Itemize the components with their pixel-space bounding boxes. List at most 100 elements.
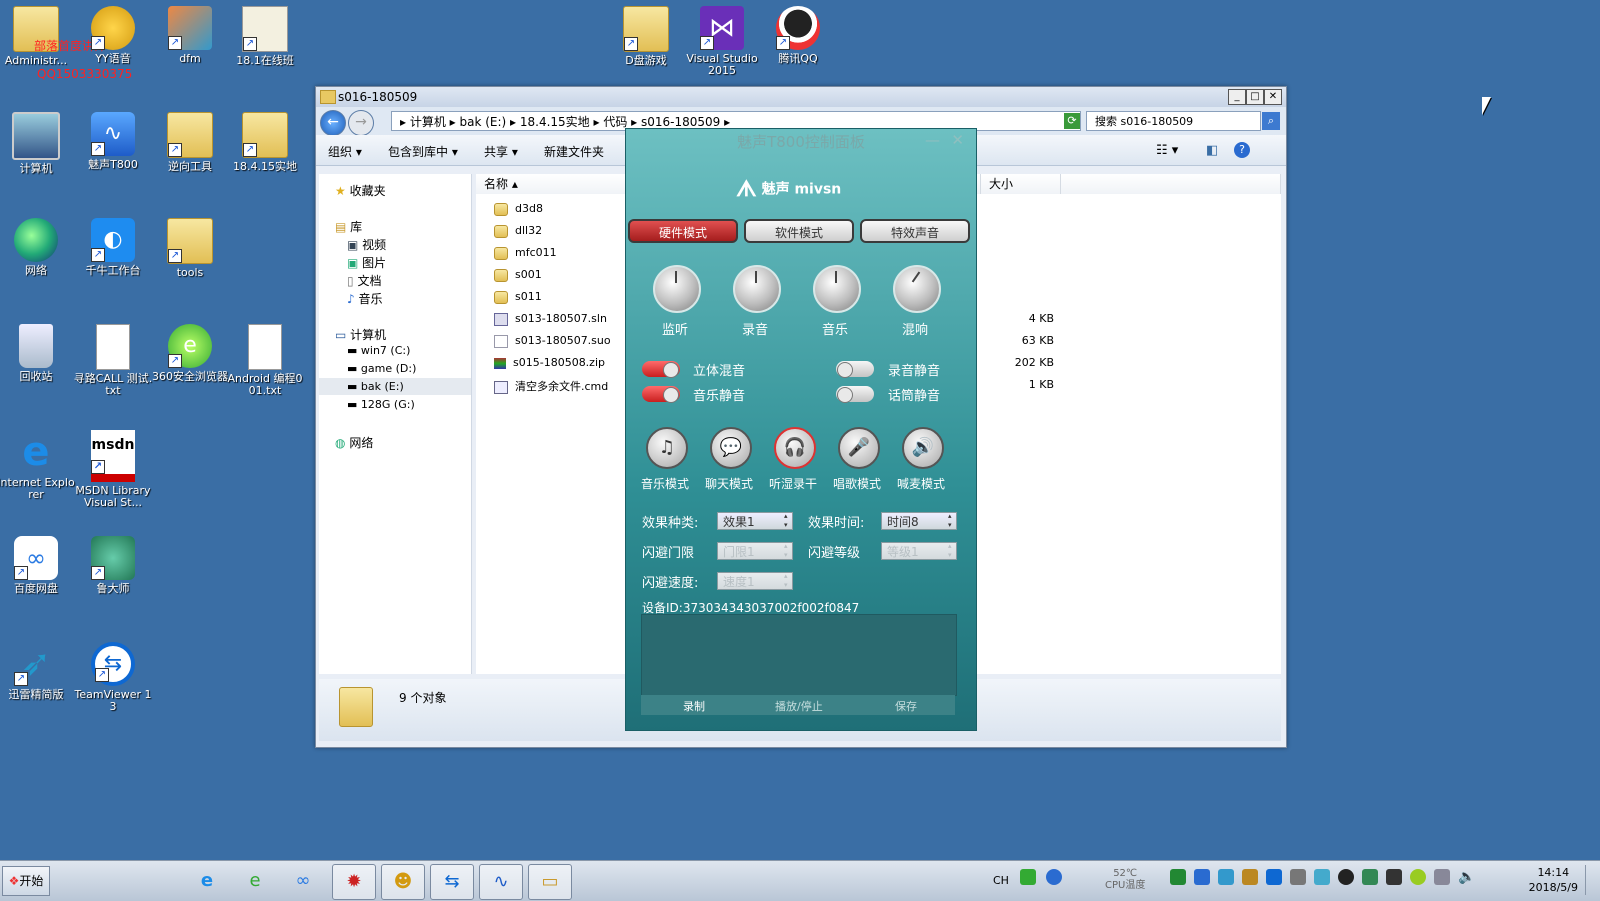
language-indicator[interactable]: CH	[993, 874, 1009, 887]
desktop-icon-meisheng[interactable]: ∿ ↗ 魅声T800	[73, 112, 153, 171]
desktop-icon-network[interactable]: 网络	[0, 218, 76, 277]
chat-mode-icon[interactable]: 💬	[710, 427, 752, 469]
volume-icon[interactable]: 🔈	[1458, 869, 1475, 885]
desktop-icon-teamviewer[interactable]: ⇆ ↗ TeamViewer 13	[73, 642, 153, 713]
explorer-titlebar[interactable]: s016-180509 _ □ ✕	[316, 87, 1286, 107]
desktop-icon-baidu-netdisk[interactable]: ∞ ↗ 百度网盘	[0, 536, 76, 595]
search-icon[interactable]: ⌕	[1262, 112, 1280, 130]
minimize-button[interactable]: _	[1228, 89, 1246, 105]
desktop-icon-tools[interactable]: ↗ tools	[150, 218, 230, 279]
hardware-mode-button[interactable]: 硬件模式	[628, 219, 738, 243]
panel-close-button[interactable]: ✕	[951, 131, 964, 149]
desktop-icon-ie[interactable]: e Internet Explorer	[0, 430, 76, 501]
singing-mode-icon[interactable]: 🎤	[838, 427, 880, 469]
desktop-icon-reverse-tools[interactable]: ↗ 逆向工具	[150, 112, 230, 173]
taskbar-360-browser[interactable]: e	[234, 864, 276, 898]
file-row[interactable]: d3d8	[494, 202, 543, 216]
desktop-icon-recycle-bin[interactable]: 回收站	[0, 324, 76, 383]
monitor-knob[interactable]	[653, 265, 701, 313]
file-row[interactable]: mfc011	[494, 246, 557, 260]
record-knob[interactable]	[733, 265, 781, 313]
maximize-button[interactable]: □	[1246, 89, 1264, 105]
flash-level-select[interactable]: 等级1	[881, 542, 957, 560]
record-button[interactable]: 录制	[683, 698, 705, 714]
file-row[interactable]: s013-180507.sln	[494, 312, 607, 326]
flash-gate-select[interactable]: 门限1	[717, 542, 793, 560]
show-desktop-button[interactable]	[1585, 865, 1598, 895]
mic-mute-toggle[interactable]	[836, 386, 874, 403]
shout-mode-icon[interactable]: 🔊	[902, 427, 944, 469]
desktop-icon-administrator[interactable]: Administr... 部落首度讲师	[0, 6, 106, 67]
file-row[interactable]: s015-180508.zip	[494, 356, 605, 369]
tray-sogou-icon[interactable]	[1020, 869, 1036, 885]
organize-button[interactable]: 组织 ▾	[328, 143, 362, 160]
file-row[interactable]: s013-180507.suo	[494, 334, 611, 348]
taskbar-explorer[interactable]: ▭	[528, 864, 572, 900]
taskbar-teamviewer[interactable]: ⇆	[430, 864, 474, 900]
help-icon[interactable]: ?	[1234, 142, 1250, 158]
tray-icon-11[interactable]	[1410, 869, 1426, 885]
effect-time-select[interactable]: 时间8	[881, 512, 957, 530]
nav-lib-video[interactable]: ▣ 视频	[347, 236, 386, 253]
desktop-icon-qq[interactable]: ↗ 腾讯QQ	[758, 6, 838, 65]
desktop-icon-ludashi[interactable]: ↗ 鲁大师	[73, 536, 153, 595]
flash-speed-select[interactable]: 速度1	[717, 572, 793, 590]
effect-type-select[interactable]: 效果1	[717, 512, 793, 530]
desktop-icon-18415[interactable]: ↗ 18.4.15实地	[225, 112, 305, 173]
tray-icon-6[interactable]	[1290, 869, 1306, 885]
music-mute-toggle[interactable]	[642, 386, 680, 403]
play-stop-button[interactable]: 播放/停止	[775, 698, 823, 714]
tray-help-icon[interactable]	[1046, 869, 1062, 885]
headphone-mode-icon[interactable]: 🎧	[774, 427, 816, 469]
control-panel-window[interactable]: 魅声T800控制面板 — ✕ ᗑ 魅声 mivsn 硬件模式 软件模式 特效声音…	[625, 128, 977, 731]
file-row[interactable]: s001	[494, 268, 542, 282]
nav-lib-documents[interactable]: ▯ 文档	[347, 272, 381, 289]
panel-minimize-button[interactable]: —	[925, 131, 940, 149]
desktop-icon-360-browser[interactable]: e ↗ 360安全浏览器	[150, 324, 230, 383]
tray-icon-4[interactable]	[1242, 869, 1258, 885]
taskbar-yy[interactable]: ☻	[381, 864, 425, 900]
search-input[interactable]: 搜索 s016-180509	[1086, 111, 1261, 131]
software-mode-button[interactable]: 软件模式	[744, 219, 854, 243]
column-header-size[interactable]: 大小	[981, 174, 1061, 194]
refresh-icon[interactable]: ⟳	[1064, 113, 1080, 129]
desktop-icon-yy[interactable]: ↗ YY语音 QQ1503330375	[37, 6, 153, 80]
nav-favorites[interactable]: ★ 收藏夹	[335, 182, 386, 199]
record-mute-toggle[interactable]	[836, 361, 874, 378]
nav-drive-e[interactable]: ▬ bak (E:)	[319, 378, 471, 395]
nav-drive-g[interactable]: ▬ 128G (G:)	[347, 398, 415, 411]
desktop-icon-dfm[interactable]: ↗ dfm	[150, 6, 230, 65]
tray-icon-10[interactable]	[1386, 869, 1402, 885]
clock[interactable]: 14:14 2018/5/9	[1529, 865, 1578, 895]
nav-drive-d[interactable]: ▬ game (D:)	[347, 362, 416, 375]
file-row[interactable]: s011	[494, 290, 542, 304]
desktop-icon-msdn[interactable]: msdn ↗ MSDN Library Visual St...	[73, 430, 153, 509]
stereo-mix-toggle[interactable]	[642, 361, 680, 378]
tray-icon-5[interactable]	[1266, 869, 1282, 885]
taskbar-baidu-netdisk[interactable]: ∞	[282, 864, 324, 898]
desktop-icon-qianniu[interactable]: ◐ ↗ 千牛工作台	[73, 218, 153, 277]
share-button[interactable]: 共享 ▾	[484, 143, 518, 160]
tray-network-icon[interactable]	[1434, 869, 1450, 885]
nav-drive-c[interactable]: ▬ win7 (C:)	[347, 344, 410, 357]
desktop-icon-computer[interactable]: 计算机	[0, 112, 76, 175]
taskbar-app-red[interactable]: ✹	[332, 864, 376, 900]
desktop-icon-181[interactable]: ↗ 18.1在线班	[225, 6, 305, 67]
desktop-icon-visual-studio[interactable]: ⋈ ↗ Visual Studio 2015	[682, 6, 762, 77]
tray-icon-9[interactable]	[1362, 869, 1378, 885]
music-knob[interactable]	[813, 265, 861, 313]
forward-button[interactable]: →	[348, 110, 374, 136]
file-row[interactable]: dll32	[494, 224, 542, 238]
close-button[interactable]: ✕	[1264, 89, 1282, 105]
nav-lib-pictures[interactable]: ▣ 图片	[347, 254, 386, 271]
tray-icon-2[interactable]	[1194, 869, 1210, 885]
file-row[interactable]: 清空多余文件.cmd	[494, 378, 608, 394]
nav-lib-music[interactable]: ♪ 音乐	[347, 290, 383, 307]
desktop-icon-android-txt[interactable]: Android 编程001.txt	[225, 324, 305, 397]
nav-computer[interactable]: ▭ 计算机	[335, 326, 386, 343]
back-button[interactable]: ←	[320, 110, 346, 136]
tray-qq-icon[interactable]	[1338, 869, 1354, 885]
nav-libraries[interactable]: ▤ 库	[335, 218, 362, 235]
tray-icon-3[interactable]	[1218, 869, 1234, 885]
effect-sound-button[interactable]: 特效声音	[860, 219, 970, 243]
